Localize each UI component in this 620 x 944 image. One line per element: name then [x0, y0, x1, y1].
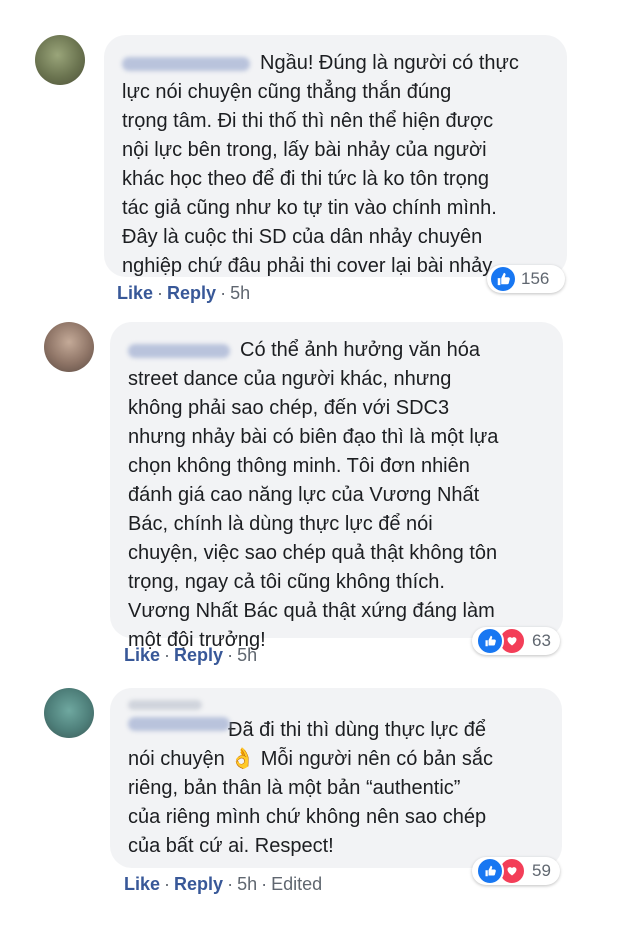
- like-link[interactable]: Like: [124, 645, 160, 665]
- like-link[interactable]: Like: [117, 283, 153, 303]
- reply-link[interactable]: Reply: [174, 874, 223, 894]
- comment-text: Đã đi thi thì dùng thực lực để nói chuyệ…: [128, 719, 493, 857]
- like-reaction-icon: [491, 267, 515, 291]
- comment-actions: Like · Reply · 5h: [124, 645, 258, 665]
- reply-link[interactable]: Reply: [174, 645, 223, 665]
- avatar[interactable]: [35, 35, 85, 85]
- timestamp[interactable]: 5h: [230, 283, 250, 303]
- comment-text: Ngầu! Đúng là người có thực lực nói chuy…: [122, 52, 519, 277]
- avatar[interactable]: [44, 322, 94, 372]
- avatar[interactable]: [44, 688, 94, 738]
- comment-bubble: Đã đi thi thì dùng thực lực để nói chuyệ…: [110, 688, 562, 868]
- reaction-summary[interactable]: 63: [472, 627, 560, 655]
- like-link[interactable]: Like: [124, 874, 160, 894]
- edited-label[interactable]: Edited: [271, 874, 322, 894]
- reaction-count: 59: [532, 861, 551, 880]
- reaction-count: 63: [532, 631, 551, 650]
- commenter-name[interactable]: [128, 343, 230, 358]
- comment-bubble: Có thể ảnh hưởng văn hóa street dance củ…: [110, 322, 563, 651]
- timestamp[interactable]: 5h: [237, 645, 257, 665]
- reaction-summary[interactable]: 59: [472, 857, 560, 885]
- reaction-count: 156: [521, 269, 550, 288]
- like-reaction-icon: [476, 627, 504, 655]
- comment-text: Có thể ảnh hưởng văn hóa street dance củ…: [128, 339, 499, 651]
- reply-link[interactable]: Reply: [167, 283, 216, 303]
- commenter-name[interactable]: [122, 56, 250, 71]
- comment-bubble: Ngầu! Đúng là người có thực lực nói chuy…: [104, 35, 567, 277]
- commenter-name[interactable]: [128, 696, 544, 731]
- reaction-summary[interactable]: 156: [487, 265, 565, 293]
- comment-actions: Like · Reply · 5h: [117, 283, 251, 303]
- timestamp[interactable]: 5h: [237, 874, 257, 894]
- comment-actions: Like · Reply · 5h · Edited: [124, 874, 323, 894]
- like-reaction-icon: [476, 857, 504, 885]
